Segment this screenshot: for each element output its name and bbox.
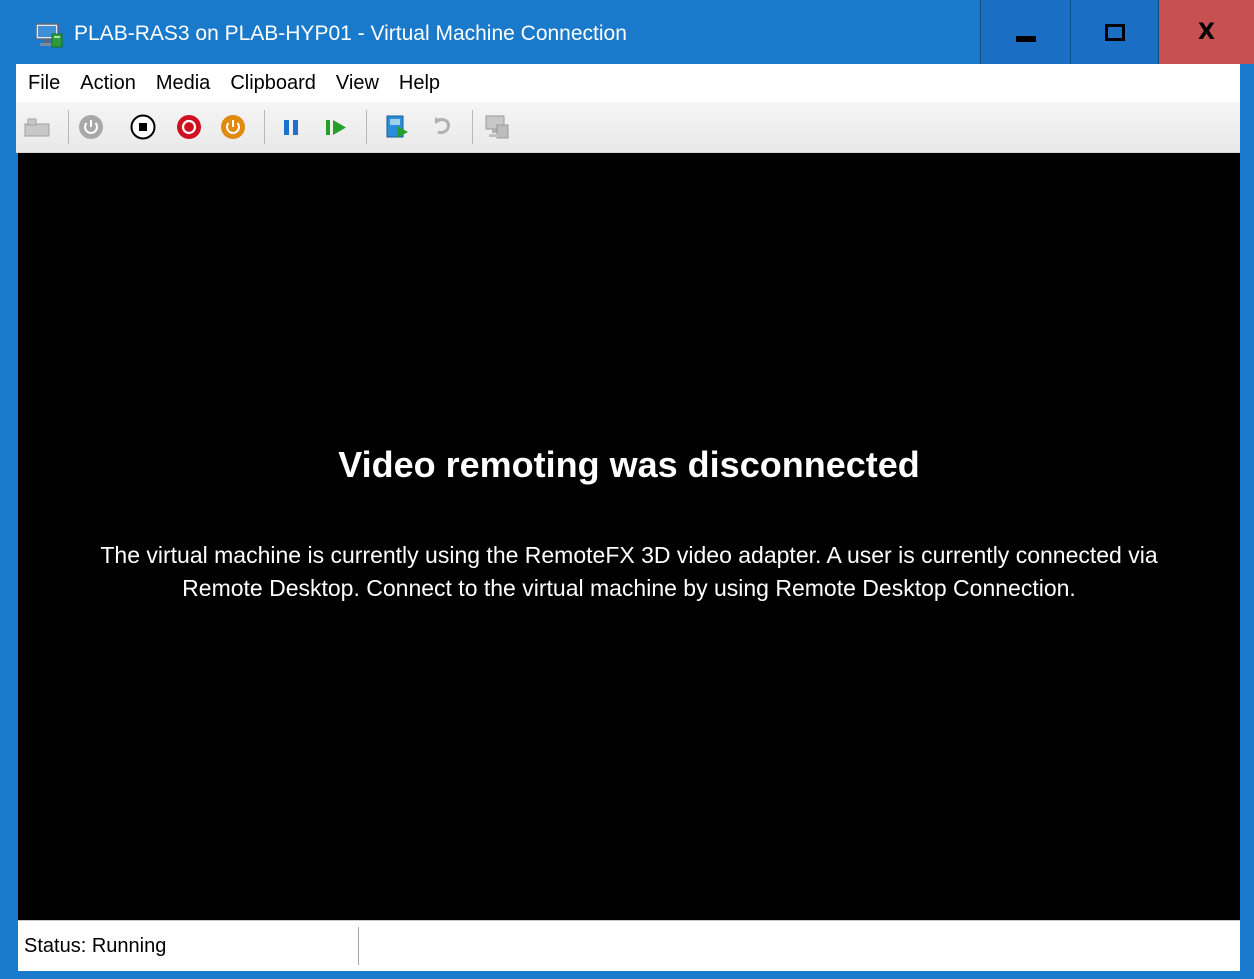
menu-bar: File Action Media Clipboard View Help <box>16 64 1240 102</box>
status-bar: Status: Running <box>18 920 1240 971</box>
title-bar[interactable]: PLAB-RAS3 on PLAB-HYP01 - Virtual Machin… <box>0 0 1254 66</box>
revert-icon <box>435 117 450 134</box>
menu-clipboard[interactable]: Clipboard <box>220 64 326 102</box>
resume-icon <box>326 120 346 135</box>
shut-down-button[interactable] <box>174 112 204 142</box>
maximize-button[interactable] <box>1070 0 1158 64</box>
window-title: PLAB-RAS3 on PLAB-HYP01 - Virtual Machin… <box>74 22 627 45</box>
status-divider <box>358 927 359 965</box>
enhanced-session-button[interactable] <box>482 112 512 142</box>
checkpoint-button[interactable] <box>382 112 412 142</box>
vm-connection-icon[interactable] <box>34 20 64 50</box>
disconnected-heading: Video remoting was disconnected <box>338 444 920 485</box>
save-icon <box>221 115 245 139</box>
toolbar-separator <box>366 110 367 144</box>
menu-help[interactable]: Help <box>389 64 450 102</box>
toolbar <box>16 102 1240 153</box>
start-button[interactable] <box>76 112 106 142</box>
enhanced-session-icon <box>485 115 509 139</box>
toolbar-separator <box>68 110 69 144</box>
vm-connection-window: PLAB-RAS3 on PLAB-HYP01 - Virtual Machin… <box>0 0 1254 979</box>
ctrl-alt-del-icon <box>24 118 50 137</box>
toolbar-separator <box>264 110 265 144</box>
shut-down-icon <box>177 115 201 139</box>
minimize-button[interactable] <box>980 0 1070 64</box>
start-icon <box>79 115 103 139</box>
turn-off-button[interactable] <box>128 112 158 142</box>
disconnected-message: The virtual machine is currently using t… <box>100 542 1158 601</box>
save-button[interactable] <box>218 112 248 142</box>
revert-button[interactable] <box>428 112 458 142</box>
vm-display[interactable]: Video remoting was disconnected The virt… <box>18 153 1240 920</box>
resume-button[interactable] <box>322 112 352 142</box>
ctrl-alt-del-button[interactable] <box>22 112 52 142</box>
close-icon: X <box>1198 19 1215 45</box>
checkpoint-icon <box>386 115 408 138</box>
menu-file[interactable]: File <box>16 64 70 102</box>
turn-off-icon <box>130 114 156 140</box>
toolbar-separator <box>472 110 473 144</box>
close-button[interactable]: X <box>1158 0 1254 64</box>
pause-icon <box>284 120 298 135</box>
menu-action[interactable]: Action <box>70 64 146 102</box>
maximize-icon <box>1104 23 1125 41</box>
status-text: Status: Running <box>24 935 167 957</box>
menu-media[interactable]: Media <box>146 64 220 102</box>
minimize-icon <box>1015 36 1036 42</box>
pause-button[interactable] <box>276 112 306 142</box>
menu-view[interactable]: View <box>326 64 389 102</box>
